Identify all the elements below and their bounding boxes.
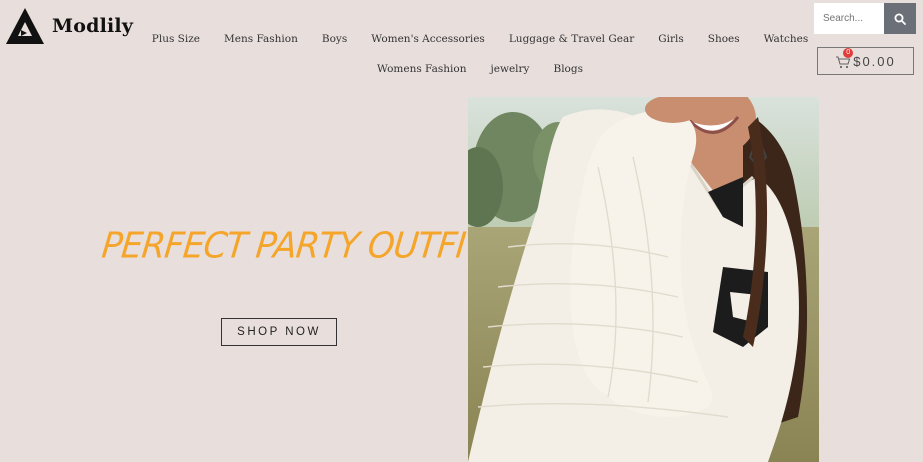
cart-icon: 0 xyxy=(835,48,854,69)
main-nav: Plus Size Mens Fashion Boys Women's Acce… xyxy=(152,28,808,80)
nav-row-1: Plus Size Mens Fashion Boys Women's Acce… xyxy=(152,28,808,50)
nav-row-2: Womens Fashion jewelry Blogs xyxy=(160,58,800,80)
cart-total: $0.00 xyxy=(853,53,896,69)
nav-link-shoes[interactable]: Shoes xyxy=(696,28,752,50)
nav-link-jewelry[interactable]: jewelry xyxy=(479,58,542,80)
hero-title: PERFECT PARTY OUTFIT xyxy=(99,225,487,267)
nav-link-boys[interactable]: Boys xyxy=(310,28,359,50)
brand-name: Modlily xyxy=(52,15,134,37)
logo-triangle-icon xyxy=(6,8,44,44)
brand-logo[interactable]: Modlily xyxy=(4,6,133,46)
hero-model-image xyxy=(468,97,819,462)
search-form xyxy=(814,3,916,34)
nav-link-girls[interactable]: Girls xyxy=(646,28,696,50)
cart-button[interactable]: 0 $0.00 xyxy=(817,47,914,75)
search-button[interactable] xyxy=(884,3,916,34)
nav-link-plus-size[interactable]: Plus Size xyxy=(140,28,212,50)
search-icon xyxy=(894,13,906,25)
nav-link-mens-fashion[interactable]: Mens Fashion xyxy=(212,28,310,50)
nav-link-blogs[interactable]: Blogs xyxy=(541,58,595,80)
nav-link-luggage-travel-gear[interactable]: Luggage & Travel Gear xyxy=(497,28,646,50)
nav-link-womens-fashion[interactable]: Womens Fashion xyxy=(365,58,479,80)
search-input[interactable] xyxy=(814,3,884,34)
cart-count-badge: 0 xyxy=(843,48,854,58)
nav-link-watches[interactable]: Watches xyxy=(752,28,821,50)
nav-link-womens-accessories[interactable]: Women's Accessories xyxy=(359,28,497,50)
shop-now-button[interactable]: SHOP NOW xyxy=(221,318,337,346)
